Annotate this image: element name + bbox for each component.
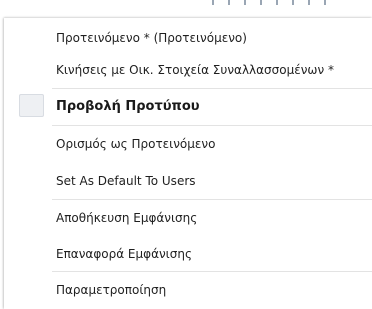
checkbox-icon bbox=[19, 94, 44, 117]
toolbar-tick bbox=[276, 0, 278, 5]
context-menu: Προτεινόμενο * (Προτεινόμενο) Κινήσεις μ… bbox=[4, 18, 372, 309]
menu-item-label: Αποθήκευση Εμφάνισης bbox=[56, 211, 198, 225]
toolbar-tick bbox=[244, 0, 246, 5]
menu-item-label: Παραμετροποίηση bbox=[56, 283, 167, 297]
menu-separator bbox=[52, 199, 372, 200]
menu-item-label: Κινήσεις με Οικ. Στοιχεία Συναλλασσομένω… bbox=[56, 63, 334, 77]
menu-item-save-view[interactable]: Αποθήκευση Εμφάνισης bbox=[4, 202, 372, 234]
menu-item-view-template[interactable]: Προβολή Προτύπου bbox=[4, 90, 372, 122]
menu-item-label: Ορισμός ως Προτεινόμενο bbox=[56, 137, 216, 151]
menu-separator bbox=[52, 88, 372, 89]
menu-separator bbox=[52, 125, 372, 126]
toolbar-tick bbox=[308, 0, 310, 5]
menu-item-label: Επαναφορά Εμφάνισης bbox=[56, 247, 192, 261]
menu-item-label: Set As Default To Users bbox=[56, 174, 196, 188]
toolbar-tick bbox=[292, 0, 294, 5]
menu-item-set-as-default[interactable]: Ορισμός ως Προτεινόμενο bbox=[4, 128, 372, 160]
menu-item-label: Προβολή Προτύπου bbox=[56, 98, 200, 114]
toolbar-tick bbox=[212, 0, 214, 5]
toolbar-tick bbox=[228, 0, 230, 5]
menu-item-default-layout[interactable]: Προτεινόμενο * (Προτεινόμενο) bbox=[4, 22, 372, 54]
toolbar-tick bbox=[324, 0, 326, 5]
toolbar-tick bbox=[260, 0, 262, 5]
menu-item-set-default-users[interactable]: Set As Default To Users bbox=[4, 165, 372, 197]
menu-item-reset-view[interactable]: Επαναφορά Εμφάνισης bbox=[4, 238, 372, 270]
menu-separator bbox=[52, 271, 372, 272]
menu-item-movements-layout[interactable]: Κινήσεις με Οικ. Στοιχεία Συναλλασσομένω… bbox=[4, 54, 372, 86]
menu-item-label: Προτεινόμενο * (Προτεινόμενο) bbox=[56, 31, 247, 45]
menu-item-customize[interactable]: Παραμετροποίηση bbox=[4, 274, 372, 306]
